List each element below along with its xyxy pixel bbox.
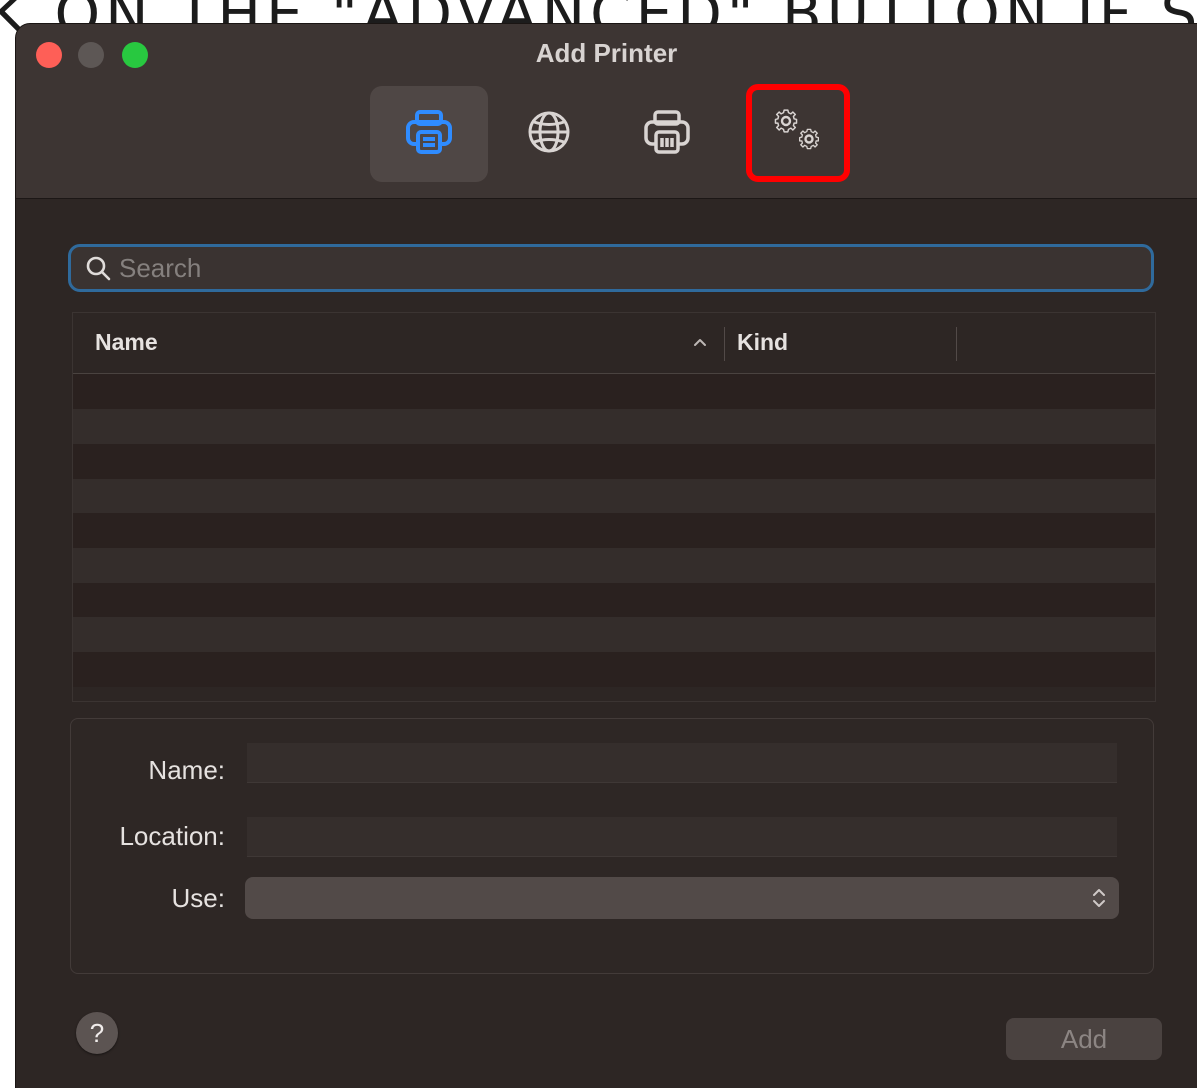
printer-box-icon <box>641 106 693 163</box>
location-label: Location: <box>119 821 225 851</box>
table-row <box>73 409 1155 444</box>
search-field[interactable] <box>68 244 1154 292</box>
toolbar-ip-button[interactable] <box>490 86 608 182</box>
name-field[interactable] <box>247 743 1117 783</box>
column-header-kind[interactable]: Kind <box>737 329 788 356</box>
toolbar-windows-button[interactable] <box>608 86 726 182</box>
printer-list-table[interactable]: Name Kind <box>72 312 1156 702</box>
toolbar-advanced-button[interactable] <box>746 84 850 182</box>
updown-chevron-icon <box>1091 885 1107 916</box>
toolbar-default-button[interactable] <box>370 86 488 182</box>
table-row <box>73 374 1155 409</box>
table-row <box>73 652 1155 687</box>
gears-icon <box>766 103 830 164</box>
location-input[interactable] <box>247 817 1117 856</box>
table-header: Name Kind <box>73 313 1155 374</box>
table-row <box>73 617 1155 652</box>
table-row <box>73 583 1155 618</box>
column-divider[interactable] <box>724 327 725 361</box>
sort-ascending-icon <box>692 331 708 356</box>
globe-icon <box>525 108 573 161</box>
table-row <box>73 513 1155 548</box>
add-printer-window: Add Printer Search Name Kind Name: Locat… <box>16 24 1197 1088</box>
table-row <box>73 444 1155 479</box>
add-button[interactable]: Add <box>1006 1018 1162 1060</box>
help-button[interactable]: ? <box>76 1012 118 1054</box>
printer-icon <box>403 106 455 163</box>
window-title: Add Printer <box>535 38 678 68</box>
title-bar: Add Printer <box>16 24 1197 199</box>
location-field[interactable] <box>247 817 1117 857</box>
printer-details-form: Name: Location: Use: <box>70 718 1154 974</box>
column-header-name[interactable]: Name <box>95 329 158 356</box>
name-label: Name: <box>148 755 225 785</box>
name-input[interactable] <box>247 743 1117 782</box>
search-input[interactable] <box>119 252 1151 284</box>
column-divider[interactable] <box>956 327 957 361</box>
search-icon <box>85 255 111 281</box>
table-row <box>73 479 1155 514</box>
use-label: Use: <box>171 883 225 913</box>
use-popup-button[interactable] <box>245 877 1119 919</box>
table-row <box>73 548 1155 583</box>
